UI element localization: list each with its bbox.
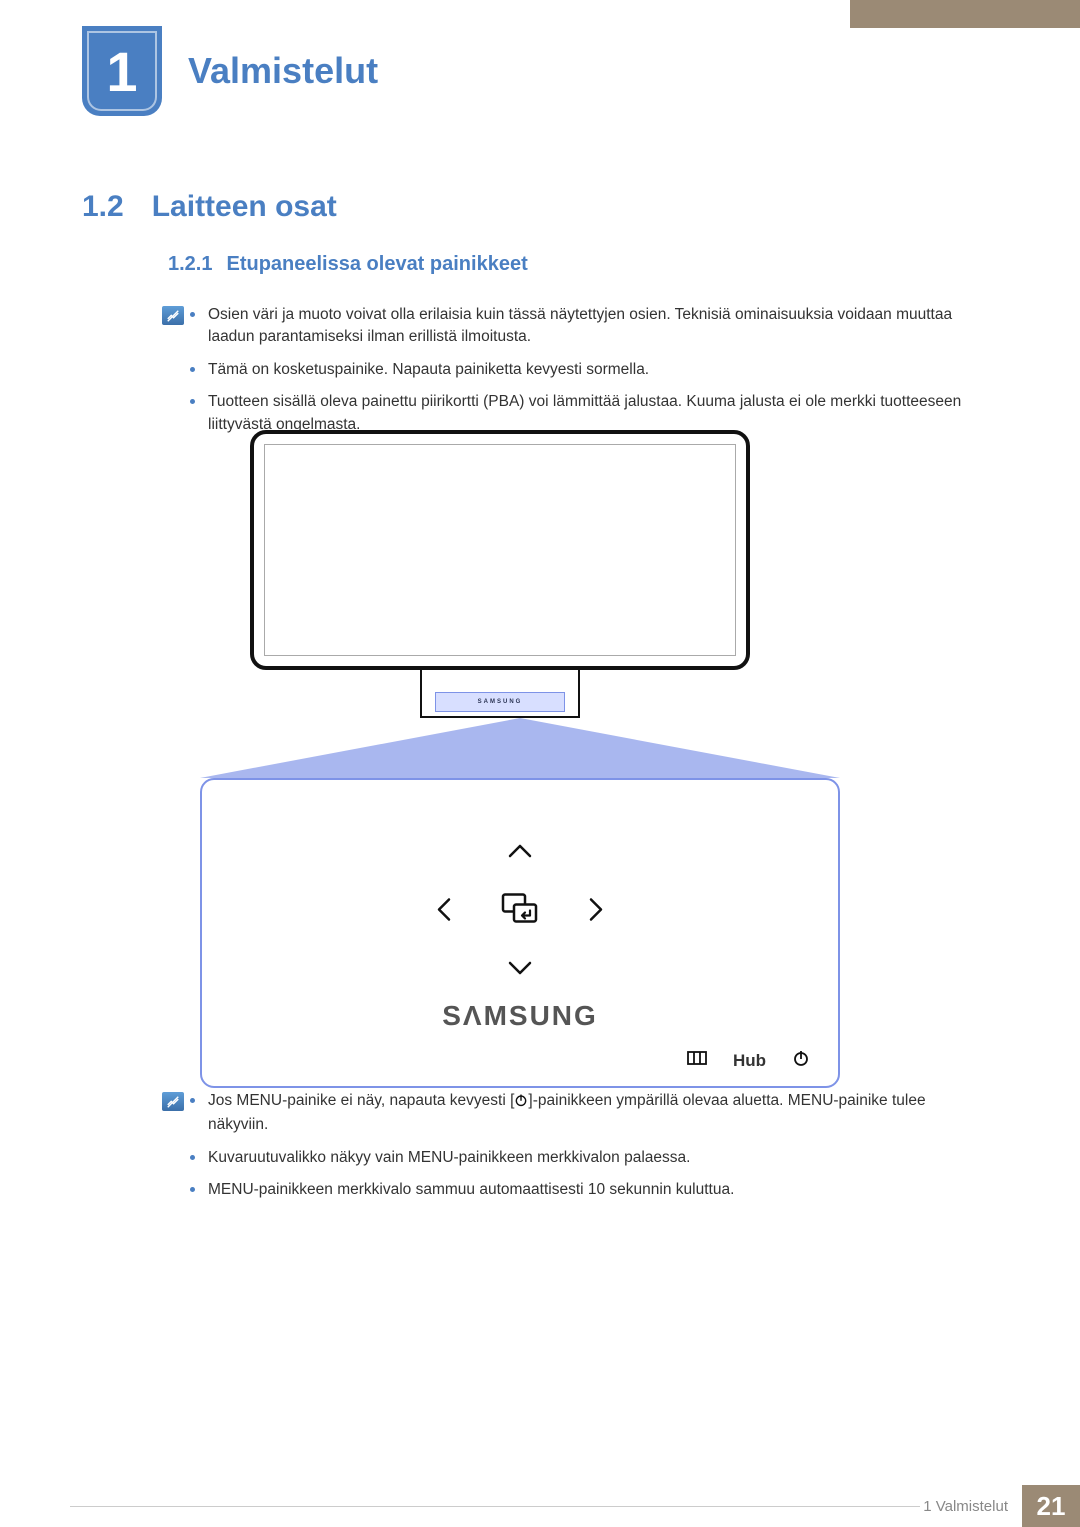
section-heading: 1.2 Laitteen osat [82, 190, 337, 224]
footer-divider [70, 1506, 920, 1507]
subsection-title: Etupaneelissa olevat painikkeet [226, 253, 527, 276]
menu-icon [687, 1051, 707, 1070]
section-title: Laitteen osat [152, 190, 337, 224]
product-figure: SAMSUNG [200, 430, 800, 1088]
subsection-number: 1.2.1 [168, 253, 212, 276]
note-item: Kuvaruutuvalikko näkyy vain MENU-painikk… [190, 1147, 980, 1169]
page-number: 21 [1022, 1485, 1080, 1527]
chapter-number: 1 [87, 31, 157, 111]
page-footer: 1 Valmistelut 21 [923, 1485, 1080, 1527]
arrow-left-icon [435, 897, 453, 928]
brand-logo: SΛMSUNG [442, 1000, 598, 1032]
note-block-2: Jos MENU-painike ei näy, napauta kevyest… [190, 1090, 980, 1212]
arrow-right-icon [587, 897, 605, 928]
chapter-header: 1 Valmistelut [82, 26, 378, 116]
monitor-base: SAMSUNG [420, 670, 580, 718]
note-block-1: Osien väri ja muoto voivat olla erilaisi… [190, 304, 980, 446]
note-icon [162, 306, 184, 325]
chapter-number-tab: 1 [82, 26, 162, 116]
arrow-down-icon [507, 959, 533, 982]
note-item: Tämä on kosketuspainike. Napauta painike… [190, 359, 980, 381]
monitor-base-label: SAMSUNG [435, 692, 565, 712]
front-panel-callout: SΛMSUNG Hub [200, 778, 840, 1088]
enter-source-icon [500, 893, 540, 932]
subsection-heading: 1.2.1 Etupaneelissa olevat painikkeet [168, 253, 528, 276]
section-number: 1.2 [82, 190, 124, 224]
note-item: Osien väri ja muoto voivat olla erilaisi… [190, 304, 980, 349]
monitor-frame [250, 430, 750, 670]
power-icon [514, 1092, 528, 1114]
arrow-up-icon [507, 842, 533, 865]
navigation-pad [435, 842, 605, 982]
hub-label: Hub [733, 1051, 766, 1071]
power-icon [792, 1049, 810, 1072]
footer-section-label: 1 Valmistelut [923, 1498, 1008, 1515]
note-item: Jos MENU-painike ei näy, napauta kevyest… [190, 1090, 980, 1137]
chapter-title: Valmistelut [188, 50, 378, 92]
monitor-screen [264, 444, 736, 656]
header-accent-bar [850, 0, 1080, 28]
callout-connector [200, 718, 840, 778]
bottom-icon-row: Hub [687, 1049, 810, 1072]
monitor-illustration: SAMSUNG [250, 430, 750, 718]
note-icon [162, 1092, 184, 1111]
note-item: MENU-painikkeen merkkivalo sammuu automa… [190, 1179, 980, 1201]
